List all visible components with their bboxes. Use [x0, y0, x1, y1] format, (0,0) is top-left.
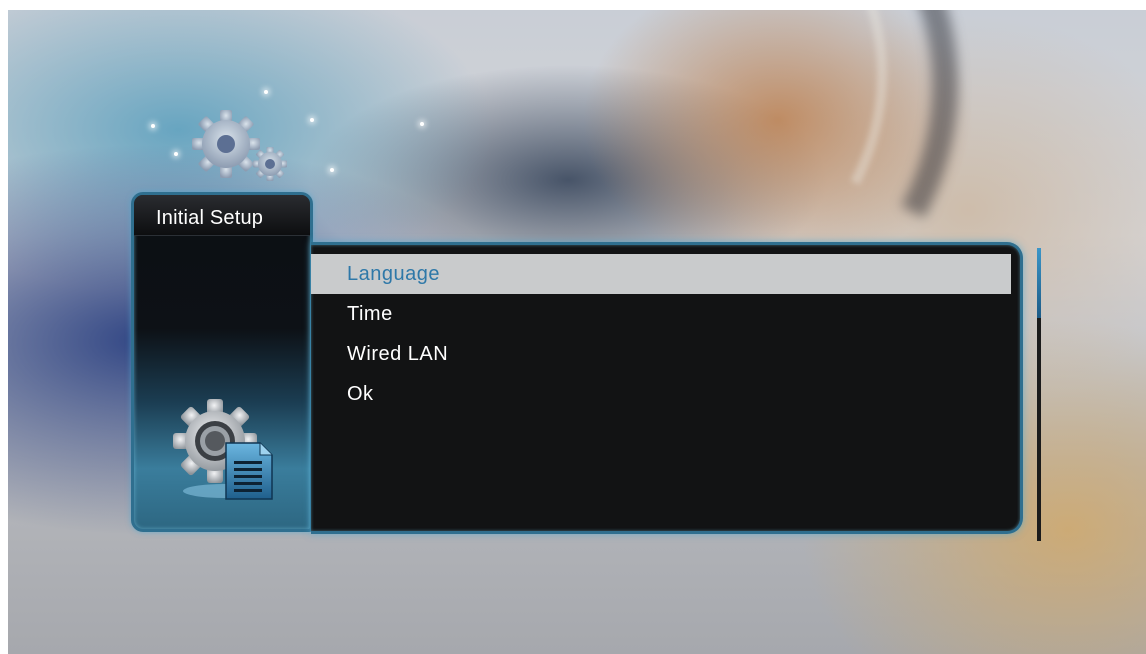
setup-gear-document-icon	[173, 399, 273, 500]
scrollbar-thumb[interactable]	[1037, 248, 1041, 318]
sparkle-dot	[151, 124, 155, 128]
sparkle-dot	[310, 118, 314, 122]
title-tab: Initial Setup	[134, 195, 310, 236]
menu-item-time[interactable]: Time	[311, 294, 1011, 334]
settings-gears-icon	[192, 110, 287, 181]
menu-box: Language Time Wired LAN Ok	[311, 242, 1023, 534]
menu-item-language[interactable]: Language	[311, 254, 1011, 294]
initial-setup-panel: Initial Setup Language Time Wired LAN Ok	[125, 186, 1031, 538]
side-column: Initial Setup	[131, 192, 313, 532]
sparkle-dot	[330, 168, 334, 172]
page-title: Initial Setup	[156, 207, 264, 229]
sparkle-dot	[264, 90, 268, 94]
menu-item-wired-lan[interactable]: Wired LAN	[311, 334, 1011, 374]
menu-item-ok[interactable]: Ok	[311, 374, 1011, 414]
sparkle-dot	[420, 122, 424, 126]
sparkle-dot	[174, 152, 178, 156]
setup-menu-list: Language Time Wired LAN Ok	[311, 254, 1011, 414]
menu-scrollbar[interactable]	[1037, 248, 1041, 541]
